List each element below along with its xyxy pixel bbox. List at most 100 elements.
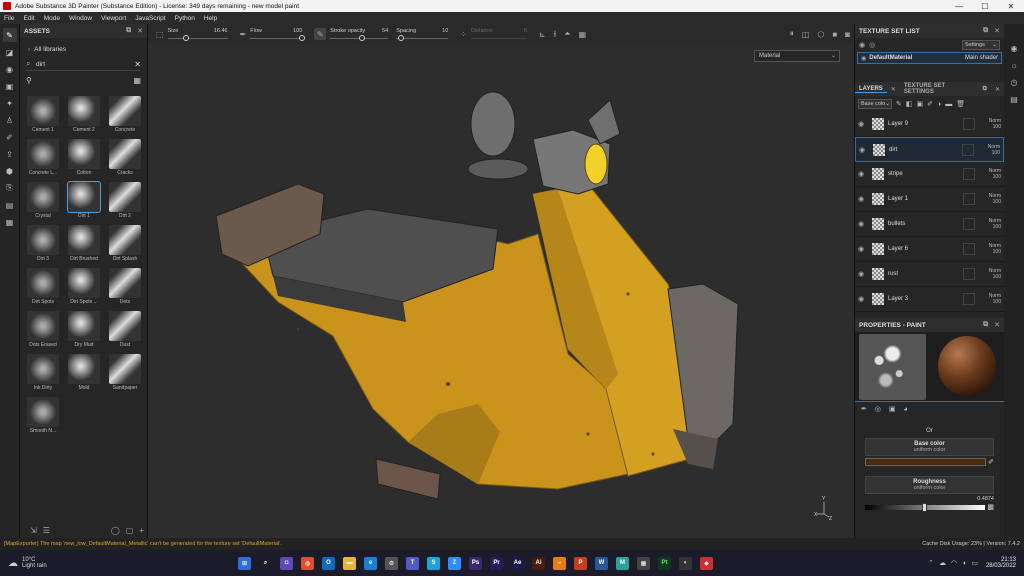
add-effect-icon[interactable]: ✎: [896, 100, 902, 108]
eye-icon[interactable]: ◉: [858, 195, 868, 203]
menu-viewport[interactable]: Viewport: [101, 15, 126, 22]
photoshop-icon[interactable]: Ps: [469, 556, 482, 570]
add-fill-layer-icon[interactable]: ▣: [917, 100, 924, 108]
asset-tile[interactable]: Ink Dirty: [24, 354, 62, 394]
transform-icon[interactable]: ⬚: [156, 30, 164, 39]
stroke-opacity-value[interactable]: 54: [382, 28, 388, 34]
texture-set-icon[interactable]: ◉: [1011, 44, 1018, 53]
premiere-icon[interactable]: Pr: [490, 556, 503, 570]
asset-tile[interactable]: Dirt Brushed: [65, 225, 103, 265]
undock-icon[interactable]: ⧉: [979, 86, 991, 93]
layer-row[interactable]: ◉ Layer 9 Norm 100: [855, 112, 1004, 137]
volume-icon[interactable]: ◖: [962, 560, 966, 567]
scooter-model[interactable]: [148, 44, 854, 538]
red-app-icon[interactable]: ◆: [700, 556, 713, 570]
layer-mask-slot[interactable]: [963, 118, 975, 130]
asset-tile[interactable]: Cotton: [65, 139, 103, 179]
asset-tile[interactable]: Dirt 3: [24, 225, 62, 265]
alpha-section-icon[interactable]: ◎: [875, 405, 881, 413]
layer-opacity[interactable]: 100: [993, 124, 1001, 130]
asset-tile[interactable]: Cement 1: [24, 96, 62, 136]
export-icon[interactable]: ⎘: [3, 181, 17, 195]
asset-tile[interactable]: Smooth N...: [24, 397, 62, 437]
split-view-icon[interactable]: ◫: [802, 30, 810, 39]
search-input[interactable]: [36, 60, 135, 68]
base-color-button[interactable]: Base color uniform color: [865, 438, 994, 456]
flow-control[interactable]: Flow 100: [250, 28, 306, 41]
layer-row[interactable]: ◉ bullets Norm 100: [855, 212, 1004, 237]
eye-icon[interactable]: ◉: [858, 220, 868, 228]
asset-tile[interactable]: Dirt 1: [65, 181, 103, 222]
asset-tile[interactable]: Dirt Spots ...: [65, 268, 103, 308]
bake-icon[interactable]: ⇪: [3, 147, 17, 161]
history-icon[interactable]: ◷: [1011, 78, 1018, 87]
asset-tile[interactable]: Dry Mud: [65, 311, 103, 351]
search-icon[interactable]: ⌕: [259, 557, 272, 570]
cloud-icon[interactable]: ☁: [939, 559, 946, 567]
pause-icon[interactable]: ⏸: [790, 29, 794, 39]
maximize-button[interactable]: ☐: [972, 2, 998, 11]
new-folder-icon[interactable]: ▢: [126, 526, 134, 535]
close-button[interactable]: ✕: [998, 2, 1024, 11]
close-panel-icon[interactable]: ✕: [991, 86, 1004, 93]
asset-tile[interactable]: Dust: [106, 311, 144, 351]
close-panel-icon[interactable]: ✕: [994, 321, 1000, 329]
cube-view-icon[interactable]: ⬡: [817, 30, 824, 39]
start-icon[interactable]: ⊞: [238, 556, 251, 570]
projection-icon[interactable]: ◉: [3, 62, 17, 76]
grid-snap-icon[interactable]: ▦: [579, 30, 587, 39]
grid-view-icon[interactable]: ▦: [133, 76, 141, 85]
solo-icon[interactable]: ◎: [869, 41, 875, 49]
eye-icon[interactable]: ◉: [861, 55, 866, 62]
spacing-control[interactable]: Spacing 10: [396, 28, 449, 41]
maya-icon[interactable]: M: [616, 556, 629, 570]
illustrator-icon[interactable]: Ai: [532, 556, 545, 570]
lazy-mouse-icon[interactable]: ⁘: [460, 30, 467, 39]
layer-mask-slot[interactable]: [963, 268, 975, 280]
size-control[interactable]: Size 16.46: [167, 28, 228, 41]
wifi-icon[interactable]: ◠: [951, 559, 957, 567]
undock-icon[interactable]: ⧉: [983, 321, 988, 329]
layer-name[interactable]: Layer 6: [888, 246, 963, 252]
roughness-slider[interactable]: [865, 502, 986, 512]
media-app-icon[interactable]: ◐: [679, 556, 692, 570]
viewport-mode-select[interactable]: Material ⌄: [754, 50, 840, 62]
roughness-button[interactable]: Roughness uniform color: [865, 476, 994, 494]
delete-layer-icon[interactable]: 🗑: [956, 100, 965, 108]
layer-row[interactable]: ◉ stripe Norm 100: [855, 162, 1004, 187]
asset-tile[interactable]: Cement 2: [65, 96, 103, 136]
eye-icon[interactable]: ◉: [858, 295, 868, 303]
clock[interactable]: 21:13 28/03/2022: [986, 557, 1016, 569]
layer-opacity[interactable]: 100: [993, 249, 1001, 255]
layer-opacity[interactable]: 100: [993, 274, 1001, 280]
import-icon[interactable]: ⇲: [30, 526, 37, 535]
shelf-icon[interactable]: ▤: [3, 198, 17, 212]
flow-value[interactable]: 100: [293, 28, 302, 34]
layer-name[interactable]: Layer 3: [888, 296, 963, 302]
refresh-icon[interactable]: ◯: [111, 526, 120, 535]
after-effects-icon[interactable]: Ae: [511, 556, 524, 570]
asset-tile[interactable]: Dirt Splash: [106, 225, 144, 265]
symmetry-icon[interactable]: ⫲: [554, 29, 557, 39]
layer-row[interactable]: ◉ dirt Norm 100: [855, 137, 1004, 162]
layer-row[interactable]: ◉ rust Norm 100: [855, 262, 1004, 287]
layer-mask-slot[interactable]: [963, 193, 975, 205]
asset-tile[interactable]: Concrete L...: [24, 139, 62, 179]
tab-layers[interactable]: LAYERS: [855, 86, 887, 93]
asset-tile[interactable]: Dots: [106, 268, 144, 308]
asset-tile[interactable]: Crystal: [24, 182, 62, 222]
layer-name[interactable]: bullets: [888, 221, 963, 227]
menu-mode[interactable]: Mode: [44, 15, 60, 22]
settings-dropdown[interactable]: Settings ⌄: [962, 40, 1000, 50]
smudge-icon[interactable]: ✦: [3, 96, 17, 110]
weather-widget[interactable]: ☁ 10°C Light rain: [0, 557, 110, 569]
layer-mask-slot[interactable]: [963, 168, 975, 180]
clone-stamp-icon[interactable]: ♙: [3, 113, 17, 127]
asset-tile[interactable]: Sandpaper: [106, 354, 144, 394]
distance-value[interactable]: 6: [524, 28, 527, 34]
log-icon[interactable]: ▤: [1010, 95, 1018, 104]
add-paint-layer-icon[interactable]: ✐: [927, 100, 933, 108]
clipboard-icon[interactable]: ▦: [3, 215, 17, 229]
display-settings-icon[interactable]: ☼: [1010, 61, 1017, 70]
battery-icon[interactable]: ▭: [971, 559, 978, 567]
